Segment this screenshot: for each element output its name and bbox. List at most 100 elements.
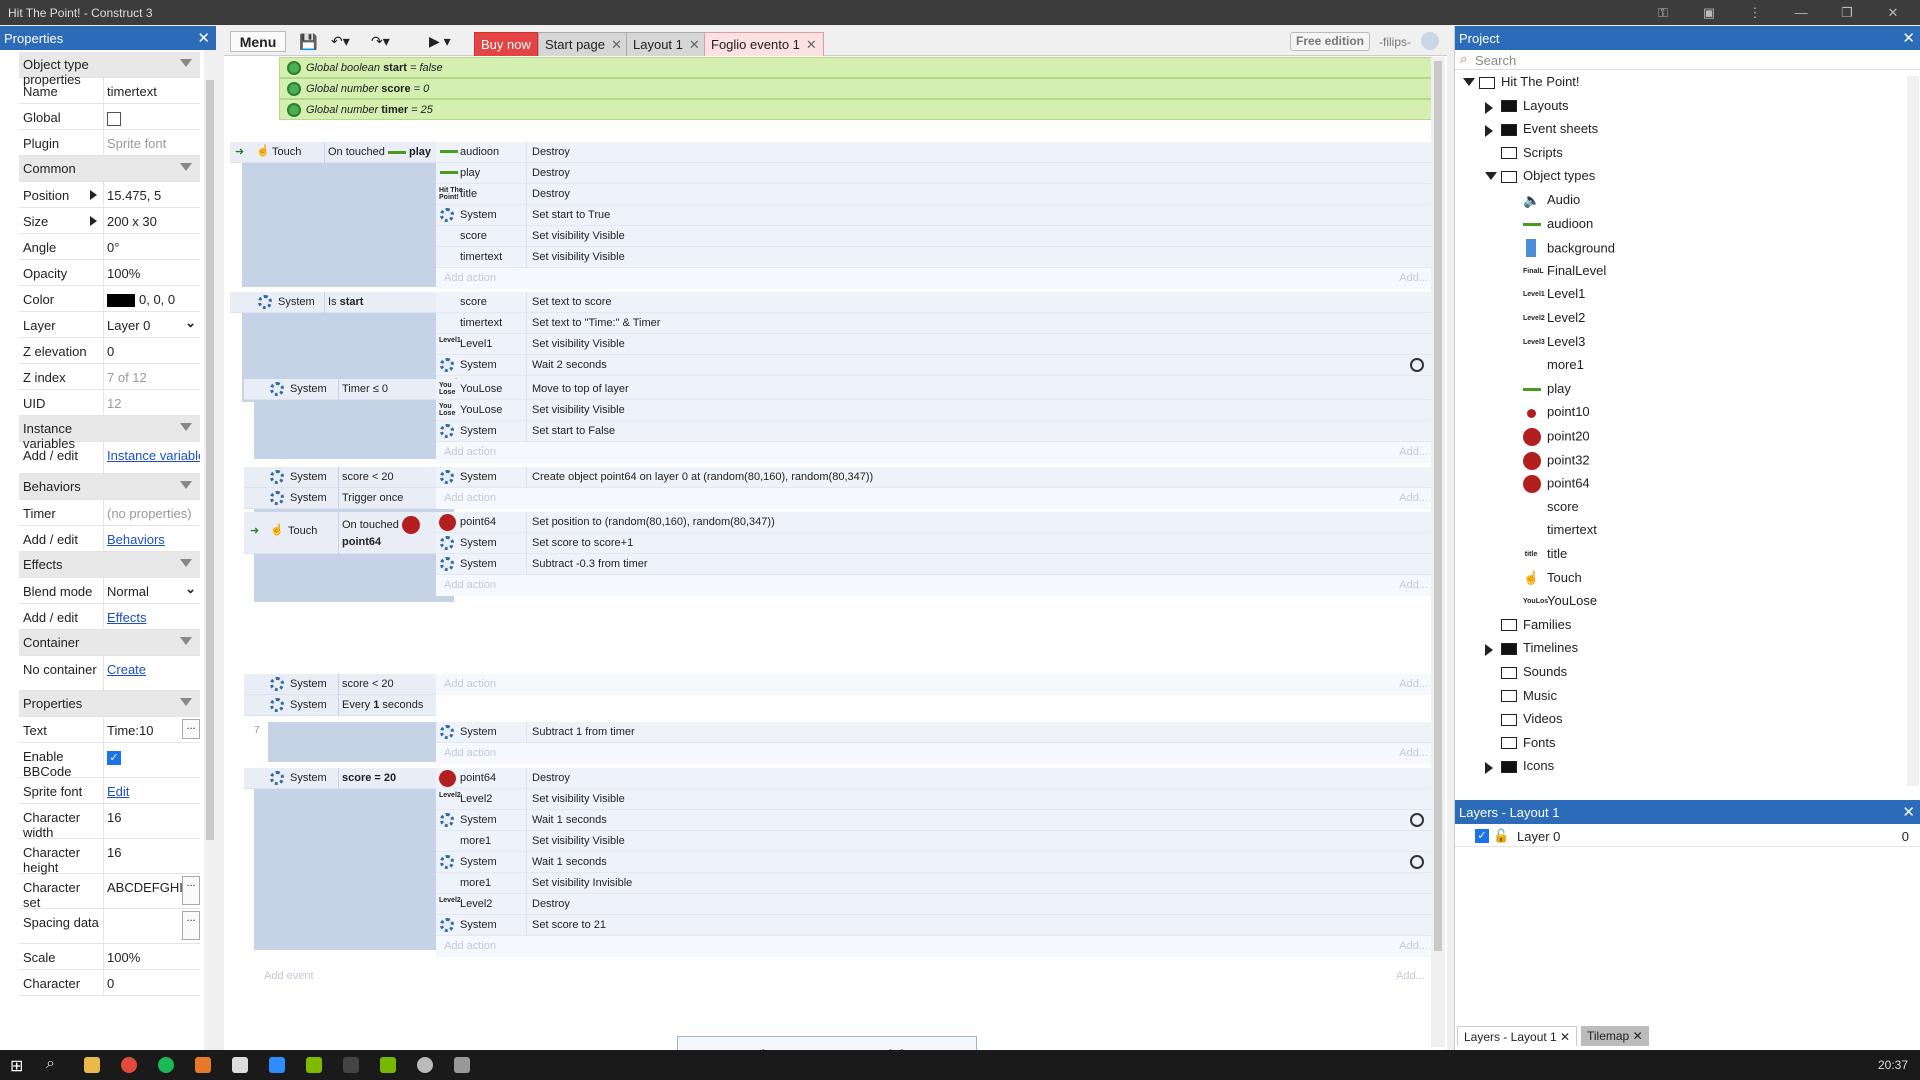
property-row[interactable]: Spacing data... (19, 909, 200, 944)
action-row[interactable]: score Set text to score (436, 292, 1436, 313)
properties-scrollbar[interactable] (204, 50, 216, 1076)
close-window-icon[interactable]: ✕ (1884, 4, 1902, 22)
translate-icon[interactable]: ▣ (1700, 4, 1718, 22)
property-row[interactable]: Enable BBCode ✓ (19, 743, 200, 779)
category-container[interactable]: Container (19, 630, 200, 656)
expand-icon[interactable] (90, 216, 97, 226)
property-row[interactable]: Size 200 x 30 (19, 208, 200, 234)
add-action[interactable]: Add actionAdd... (436, 743, 1436, 764)
property-row[interactable]: Character 0 (19, 970, 200, 996)
action-row[interactable]: System Subtract -0.3 from timer (436, 554, 1436, 575)
add-action[interactable]: Add actionAdd... (436, 575, 1436, 596)
chevron-down-icon[interactable] (180, 698, 192, 706)
key-icon[interactable]: ⚿ (1654, 4, 1672, 22)
chevron-down-icon[interactable] (180, 481, 192, 489)
property-row[interactable]: Color 0, 0, 0 (19, 286, 200, 312)
play-icon[interactable]: ▶ ▾ (424, 31, 456, 52)
notes-icon[interactable] (343, 1057, 359, 1073)
condition-row[interactable]: System score < 20 (244, 674, 436, 695)
nvidia-icon[interactable] (380, 1057, 396, 1073)
property-row[interactable]: Character width 16 (19, 804, 200, 840)
property-value[interactable] (103, 104, 200, 129)
user-name[interactable]: -filips- (1379, 35, 1411, 49)
action-row[interactable]: score Set visibility Visible (436, 226, 1436, 247)
category-object-type-properties[interactable]: Object type properties (19, 52, 200, 87)
free-edition-badge[interactable]: Free edition (1290, 32, 1371, 51)
add-action[interactable]: Add actionAdd... (436, 488, 1436, 509)
action-row[interactable]: Level2 Level2 Set visibility Visible (436, 789, 1436, 810)
action-row[interactable]: System Set start to True (436, 205, 1436, 226)
chevron-down-icon[interactable] (1463, 78, 1475, 86)
property-row[interactable]: Position 15.475, 5 (19, 182, 200, 208)
property-row[interactable]: Blend mode Normal ⌄ (19, 578, 200, 604)
project-scrollbar[interactable] (1907, 76, 1919, 786)
action-row[interactable]: You Lose YouLose Set visibility Visible (436, 400, 1436, 421)
property-value[interactable]: Create (103, 656, 200, 690)
property-row[interactable]: Timer (no properties) (19, 500, 200, 526)
redo-icon[interactable]: ↷▾ (366, 31, 395, 52)
chevron-down-icon[interactable] (1485, 172, 1497, 181)
add-action[interactable]: Add actionAdd... (436, 936, 1436, 957)
category-common[interactable]: Common (19, 156, 200, 182)
property-value[interactable]: 16 (103, 839, 200, 873)
tab-buy-now[interactable]: Buy now (474, 32, 538, 56)
event-7[interactable] (268, 722, 436, 762)
property-row[interactable]: Layer Layer 0 ⌄ (19, 312, 200, 338)
notepad-icon[interactable] (232, 1057, 248, 1073)
chevron-down-icon[interactable] (180, 637, 192, 645)
layer-visible-checkbox[interactable]: ✓ (1475, 829, 1489, 843)
edit-button[interactable]: ... (182, 911, 200, 940)
events-remaining-banner[interactable]: You have 42 events remaining (677, 1036, 977, 1050)
game-icon[interactable] (454, 1057, 470, 1073)
avatar[interactable] (1421, 32, 1439, 50)
explorer-icon[interactable] (84, 1057, 100, 1073)
property-row[interactable]: Opacity 100% (19, 260, 200, 286)
layer-row[interactable]: ✓ 🔓 Layer 0 0 (1455, 825, 1920, 847)
edit-button[interactable]: ... (182, 719, 200, 739)
category-behaviors[interactable]: Behaviors (19, 474, 200, 500)
action-row[interactable]: timertext Set visibility Visible (436, 247, 1436, 268)
spotify-icon[interactable] (158, 1057, 174, 1073)
checkbox[interactable]: ✓ (107, 750, 121, 765)
action-row[interactable]: more1 Set visibility Visible (436, 831, 1436, 852)
chevron-right-icon[interactable] (1485, 101, 1493, 114)
events-scrollbar[interactable] (1431, 57, 1445, 1047)
event-1[interactable] (242, 142, 454, 287)
search-input[interactable]: ⌕ Search (1455, 50, 1920, 70)
property-row[interactable]: Add / edit Behaviors (19, 526, 200, 552)
condition-row[interactable]: System score < 20 (244, 467, 436, 488)
category-instance-variables[interactable]: Instance variables (19, 416, 200, 451)
action-row[interactable]: Level2 Level2 Destroy (436, 894, 1436, 915)
chevron-down-icon[interactable] (180, 59, 192, 67)
property-row[interactable]: No container Create (19, 656, 200, 691)
property-value[interactable]: ✓ (103, 743, 200, 777)
condition-row[interactable]: System score = 20 (244, 768, 436, 789)
tab-layers[interactable]: Layers - Layout 1 ✕ (1457, 1026, 1578, 1046)
action-row[interactable]: System Wait 1 seconds (436, 810, 1436, 831)
action-row[interactable]: System Set score to score+1 (436, 533, 1436, 554)
tab-tilemap[interactable]: Tilemap ✕ (1581, 1026, 1649, 1046)
chevron-down-icon[interactable] (180, 559, 192, 567)
condition-row[interactable]: System Timer ≤ 0 (244, 379, 436, 400)
property-row[interactable]: Global (19, 104, 200, 130)
property-row[interactable]: Character height 16 (19, 839, 200, 875)
condition-row[interactable]: System Every 1 seconds (244, 695, 436, 716)
search-icon[interactable]: ⌕ (46, 1055, 55, 1073)
global-variable[interactable]: Global number timer = 25 (279, 99, 1435, 120)
action-row[interactable]: more1 Set visibility Invisible (436, 873, 1436, 894)
construct-icon[interactable] (417, 1057, 433, 1073)
maximize-icon[interactable]: ❐ (1838, 4, 1856, 22)
action-row[interactable]: play Destroy (436, 163, 1436, 184)
property-value[interactable]: 0 (103, 338, 200, 363)
property-row[interactable]: Sprite font Edit (19, 778, 200, 804)
property-value[interactable]: 16 (103, 804, 200, 838)
property-row[interactable]: Z elevation 0 (19, 338, 200, 364)
condition-row[interactable]: ➜ ☝ Touch On touched play (230, 142, 436, 163)
property-row[interactable]: Name timertext (19, 78, 200, 104)
tab-layout-1[interactable]: Layout 1 ✕ (626, 32, 707, 56)
property-row[interactable]: Add / edit Instance variables (19, 442, 200, 474)
more-icon[interactable]: ⋮ (1746, 4, 1764, 22)
category-properties[interactable]: Properties (19, 691, 200, 717)
add-action[interactable]: Add actionAdd... (436, 674, 1436, 695)
chevron-right-icon[interactable] (1485, 644, 1493, 657)
